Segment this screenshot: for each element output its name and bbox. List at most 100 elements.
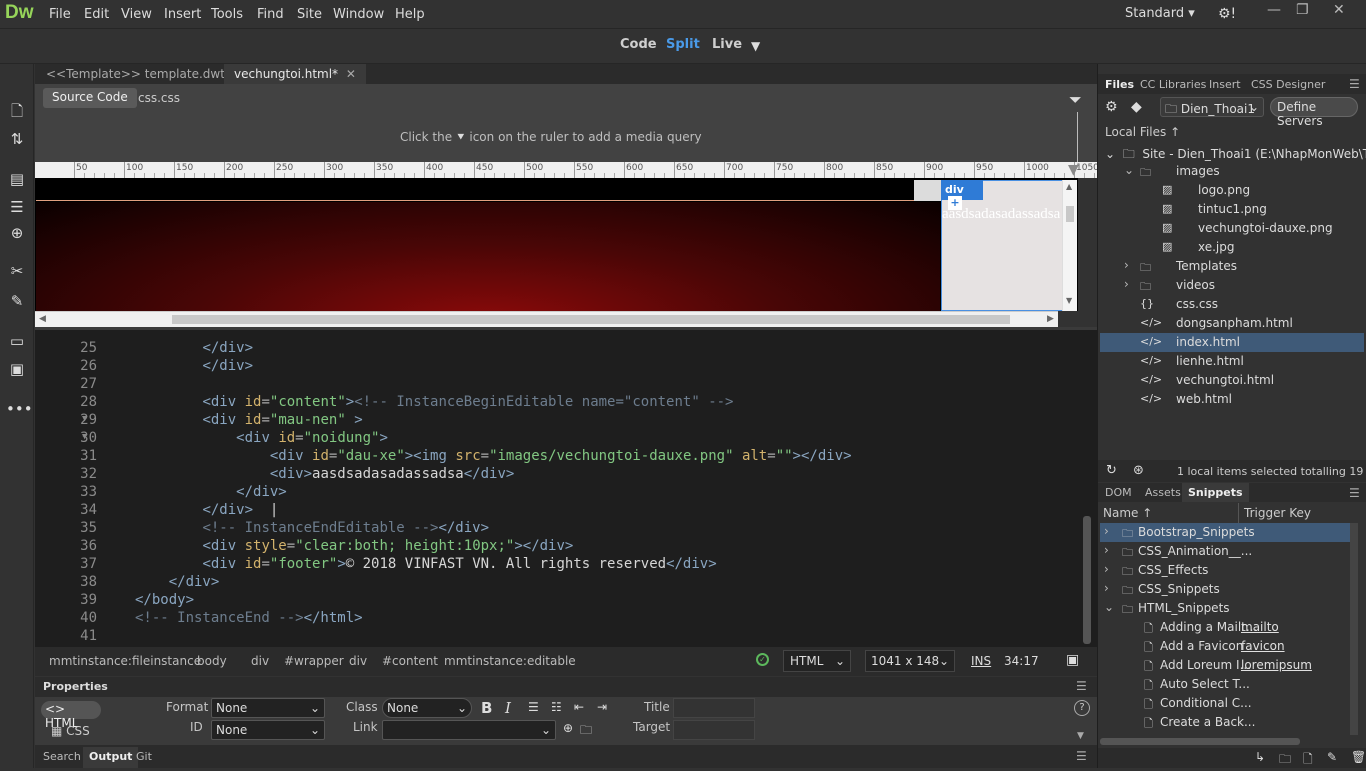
trigger-key[interactable]: favicon <box>1241 639 1285 653</box>
insert-icon[interactable]: ↳ <box>1255 750 1265 764</box>
filter-icon[interactable]: ⏷ <box>1069 90 1082 110</box>
menu-site[interactable]: Site <box>297 7 322 22</box>
snippet-item[interactable]: 🗋 Auto Select T... <box>1100 675 1350 694</box>
snippet-item[interactable]: 🗋 Create a Back... <box>1100 713 1350 732</box>
code-line[interactable]: </div> <box>135 484 287 500</box>
expand-icon[interactable]: ▼ <box>1077 731 1084 741</box>
target-select[interactable] <box>673 720 755 740</box>
bold-button[interactable]: B <box>481 699 492 717</box>
tab-git[interactable]: Git <box>136 750 152 763</box>
tab-insert[interactable]: Insert <box>1209 78 1241 91</box>
ordered-list-icon[interactable]: ☷ <box>551 700 562 714</box>
chevron-down-icon[interactable]: ⌄ <box>1105 147 1115 161</box>
snippets-horizontal-scrollbar[interactable] <box>1100 738 1300 745</box>
div-text[interactable]: aasdsadasadassadsa <box>942 206 1062 223</box>
menu-window[interactable]: Window <box>333 7 384 22</box>
globe-icon[interactable]: ⊛ <box>1133 463 1144 478</box>
code-scrollbar[interactable] <box>1083 516 1091 644</box>
snippet-item[interactable]: 🗋 Conditional C... <box>1100 694 1350 713</box>
design-vertical-scrollbar[interactable]: ▲ ▼ <box>1062 180 1077 311</box>
design-horizontal-scrollbar[interactable]: ◀ ▶ <box>35 311 1058 327</box>
id-select[interactable]: None ⌄ <box>211 720 325 740</box>
window-size-select[interactable]: 1041 x 148 ⌄ <box>865 650 955 672</box>
code-line[interactable]: <!-- InstanceEnd --></html> <box>135 610 363 626</box>
target-icon[interactable]: ⊕ <box>6 222 28 244</box>
point-to-file-icon[interactable]: ⊕ <box>563 721 573 735</box>
snippet-item[interactable]: 🗋 Add Loreum I... loremipsum <box>1100 656 1350 675</box>
tab-files[interactable]: Files <box>1105 78 1134 91</box>
snippet-item[interactable]: › 🗀 Bootstrap_Snippets <box>1100 523 1350 542</box>
snippets-scrollbar[interactable] <box>1350 523 1358 735</box>
chevron-right-icon[interactable]: › <box>1124 277 1129 291</box>
trigger-key[interactable]: loremipsum <box>1241 658 1312 672</box>
scroll-up-icon[interactable]: ▲ <box>1066 182 1072 191</box>
wrap-icon[interactable]: ✂ <box>6 260 28 282</box>
restore-icon[interactable]: ❐ <box>1296 2 1309 18</box>
code-line[interactable]: <div id="noidung"> <box>135 430 388 446</box>
ruler[interactable]: 50 100 150 200 250 300 350 400 450 500 550 600 650 70… <box>35 162 1115 178</box>
sort-icon[interactable]: ⇅ <box>6 128 28 150</box>
tag-crumb[interactable]: #wrapper <box>284 654 344 668</box>
tab-search[interactable]: Search <box>43 750 81 763</box>
file-item[interactable]: {} css.css <box>1100 295 1364 314</box>
menu-insert[interactable]: Insert <box>164 7 201 22</box>
italic-button[interactable]: I <box>505 699 511 717</box>
preview-icon[interactable]: ▣ <box>1066 652 1079 668</box>
code-editor[interactable]: 25 </div> 26 </div> 27 28 <div id="content"… <box>35 330 1097 646</box>
tag-crumb[interactable]: #content <box>382 654 438 668</box>
indent-icon[interactable]: ⇥ <box>597 700 607 714</box>
code-line[interactable]: <div id="mau-nen" > <box>135 412 362 428</box>
css-mode-button[interactable]: ▦ CSS <box>51 724 90 738</box>
menu-icon[interactable]: ☰ <box>1349 77 1360 91</box>
scroll-thumb[interactable] <box>1066 206 1074 222</box>
tag-crumb[interactable]: div <box>251 654 269 668</box>
browse-folder-icon[interactable]: 🗀 <box>580 721 592 742</box>
menu-edit[interactable]: Edit <box>84 7 109 22</box>
help-icon[interactable]: ? <box>1074 700 1090 716</box>
close-icon[interactable]: ✕ <box>1333 2 1345 18</box>
insert-mode[interactable]: INS <box>971 654 991 668</box>
site-select[interactable]: 🗀 Dien_Thoai1 ⌄ <box>1160 97 1264 117</box>
connect-icon[interactable]: ⚙ <box>1105 99 1118 115</box>
menu-help[interactable]: Help <box>395 7 425 22</box>
source-code-button[interactable]: Source Code <box>43 88 137 108</box>
snippet-item[interactable]: › 🗀 CSS_Effects <box>1100 561 1350 580</box>
file-item[interactable]: ▨ xe.jpg <box>1100 238 1364 257</box>
git-icon[interactable]: ◆ <box>1131 99 1142 115</box>
name-column-header[interactable]: Name ↑ <box>1103 506 1152 520</box>
refresh-icon[interactable]: ↻ <box>1106 463 1117 478</box>
tab-output[interactable]: Output <box>83 747 139 768</box>
html-mode-button[interactable]: <> HTML <box>41 701 101 730</box>
code-line[interactable]: <div>aasdsadasadassadsa</div> <box>135 466 514 482</box>
fold-icon[interactable]: ▼ <box>82 432 87 442</box>
tag-crumb[interactable]: mmtinstance:fileinstance <box>49 654 201 668</box>
file-item[interactable]: </> web.html <box>1100 390 1364 409</box>
live-view-button[interactable]: Live <box>712 37 742 52</box>
fold-icon[interactable]: ▼ <box>82 414 87 424</box>
menu-find[interactable]: Find <box>257 7 284 22</box>
scroll-down-icon[interactable]: ▼ <box>1066 296 1072 305</box>
chevron-right-icon[interactable]: › <box>1104 562 1109 576</box>
trigger-key[interactable]: mailto <box>1241 620 1279 634</box>
related-css-file[interactable]: css.css <box>138 91 180 105</box>
new-file-icon[interactable]: 🗋 <box>6 100 28 122</box>
menu-view[interactable]: View <box>121 7 152 22</box>
comment-icon[interactable]: ▭ <box>6 330 28 352</box>
outdent-icon[interactable]: ⇤ <box>574 700 584 714</box>
menu-icon[interactable]: ☰ <box>1076 749 1087 763</box>
tab-template[interactable]: <<Template>> template.dwt ✕ <box>36 64 253 84</box>
brush-icon[interactable]: ✎ <box>6 290 28 312</box>
element-display[interactable]: div + <box>941 180 983 210</box>
trigger-column-header[interactable]: Trigger Key <box>1244 506 1311 520</box>
snippet-item[interactable]: › 🗀 CSS_Animation__... <box>1100 542 1350 561</box>
define-servers-button[interactable]: Define Servers <box>1270 97 1358 128</box>
tab-css-designer[interactable]: CSS Designer <box>1251 78 1325 91</box>
chevron-down-icon[interactable]: ⌄ <box>1124 163 1134 177</box>
edit-icon[interactable]: ✎ <box>1327 750 1337 764</box>
file-item[interactable]: ▨ logo.png <box>1100 181 1364 200</box>
file-item[interactable]: › 🗀 Templates <box>1100 257 1364 276</box>
tag-crumb[interactable]: mmtinstance:editable <box>444 654 576 668</box>
tag-crumb[interactable]: div <box>349 654 367 668</box>
code-view-button[interactable]: Code <box>620 37 657 52</box>
code-line[interactable]: <!-- InstanceEndEditable --></div> <box>135 520 489 536</box>
